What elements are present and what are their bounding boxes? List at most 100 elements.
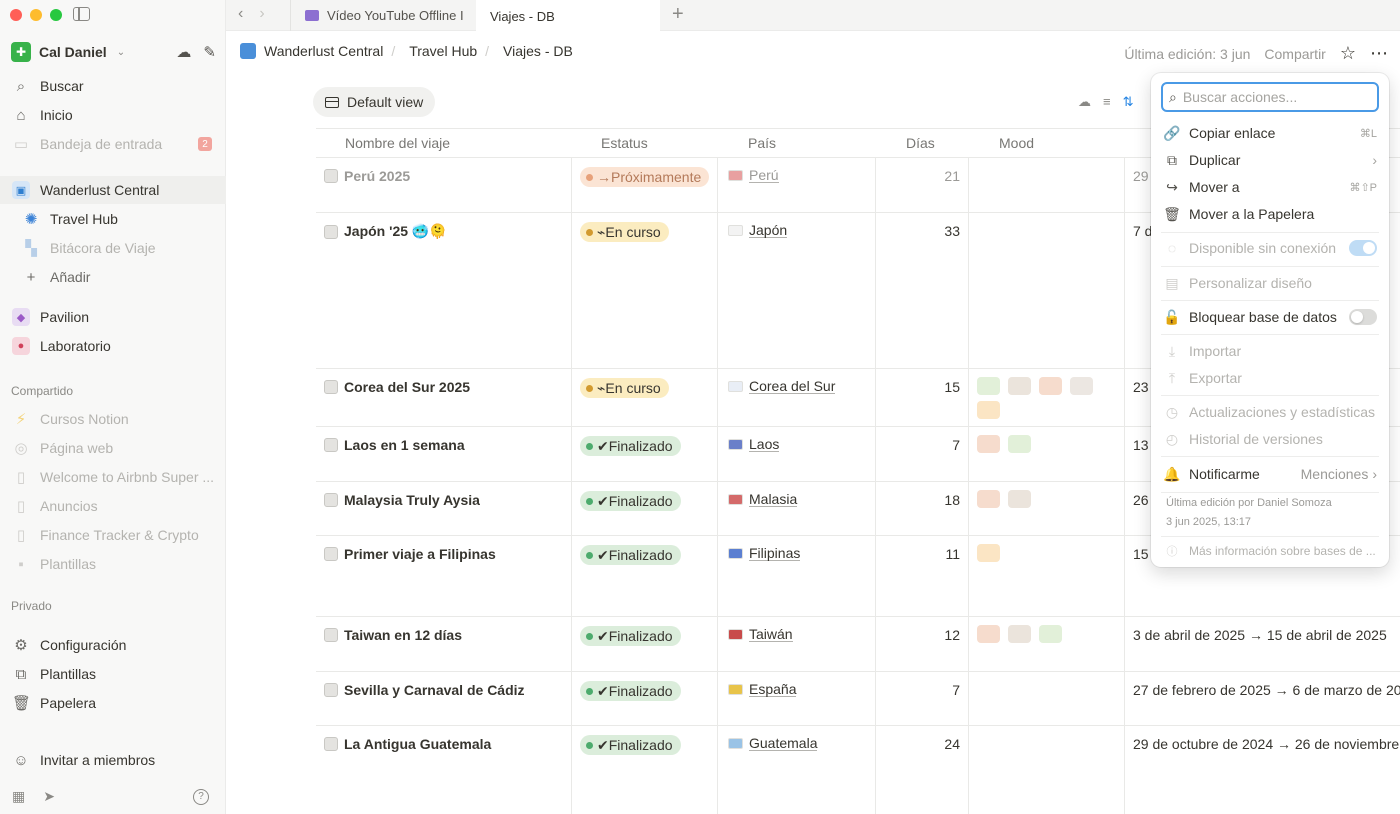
country-link[interactable]: España	[749, 682, 797, 697]
status-badge[interactable]: →Próximamente	[580, 167, 710, 187]
country-link[interactable]: Filipinas	[749, 546, 801, 561]
mood-tag[interactable]	[1039, 377, 1062, 395]
column-header-dias[interactable]: Días	[906, 135, 935, 151]
share-button[interactable]: Compartir	[1264, 46, 1325, 62]
column-header-mood[interactable]: Mood	[999, 135, 1034, 151]
mood-tag[interactable]	[1070, 377, 1093, 395]
status-badge[interactable]: ⌁En curso	[580, 378, 669, 398]
mood-tag[interactable]	[1008, 377, 1031, 395]
sidebar-item-bitacora[interactable]: ▚ Bitácora de Viaje	[0, 234, 226, 262]
country-link[interactable]: Taiwán	[749, 627, 793, 642]
more-options-icon[interactable]: ⋯	[1370, 43, 1388, 64]
trip-name[interactable]: Corea del Sur 2025	[344, 379, 470, 395]
trip-name[interactable]: Primer viaje a Filipinas	[344, 546, 496, 562]
column-header-nombre[interactable]: Nombre del viaje	[345, 135, 450, 151]
menu-updates-analytics[interactable]: ◷ Actualizaciones y estadísticas	[1151, 399, 1389, 425]
sidebar-item-pavilion[interactable]: ◆ Pavilion	[0, 303, 226, 331]
cloud-icon[interactable]: ☁	[1078, 94, 1091, 110]
table-row[interactable]: Taiwan en 12 días ✔Finalizado Taiwán 12 …	[316, 617, 1400, 672]
sidebar-item-cursos[interactable]: ⚡ Cursos Notion	[0, 405, 226, 433]
offline-toggle[interactable]	[1349, 240, 1377, 256]
table-row[interactable]: Sevilla y Carnaval de Cádiz ✔Finalizado …	[316, 672, 1400, 726]
calendar-icon[interactable]: ▦	[12, 788, 25, 805]
mood-tag[interactable]	[977, 490, 1000, 508]
country-link[interactable]: Malasia	[749, 492, 798, 507]
sidebar-item-buscar[interactable]: ⌕ Buscar	[0, 72, 226, 100]
sidebar-item-laboratorio[interactable]: ● Laboratorio	[0, 332, 226, 360]
country-link[interactable]: Corea del Sur	[749, 379, 836, 394]
trip-name[interactable]: Malaysia Truly Aysia	[344, 492, 480, 508]
mood-tag[interactable]	[977, 401, 1000, 419]
menu-learn-more[interactable]: ⓘ Más información sobre bases de ...	[1151, 538, 1389, 564]
menu-customize-layout[interactable]: ▤ Personalizar diseño	[1151, 270, 1389, 296]
country-link[interactable]: Guatemala	[749, 736, 818, 751]
mood-tag[interactable]	[1008, 490, 1031, 508]
sort-icon[interactable]: ⇅	[1123, 94, 1134, 110]
country-link[interactable]: Laos	[749, 437, 780, 452]
menu-move-to-trash[interactable]: 🗑 Mover a la Papelera	[1151, 201, 1389, 227]
menu-duplicate[interactable]: ⧉ Duplicar ›	[1151, 147, 1389, 173]
menu-notify-me[interactable]: 🔔 Notificarme Menciones ›	[1151, 461, 1389, 487]
minimize-window-button[interactable]	[30, 9, 42, 21]
trip-name[interactable]: La Antigua Guatemala	[344, 736, 491, 752]
new-tab-button[interactable]: +	[672, 3, 684, 26]
menu-export[interactable]: ⤒ Exportar	[1151, 365, 1389, 391]
table-row[interactable]: La Antigua Guatemala ✔Finalizado Guatema…	[316, 726, 1400, 814]
close-window-button[interactable]	[10, 9, 22, 21]
new-page-icon[interactable]: ✎	[203, 43, 216, 61]
forward-arrow-icon[interactable]: ›	[259, 5, 264, 23]
status-badge[interactable]: ✔Finalizado	[580, 626, 681, 646]
sidebar-item-pagina-web[interactable]: ◎ Página web	[0, 434, 226, 462]
mood-tag[interactable]	[1008, 435, 1031, 453]
invite-members-button[interactable]: ☺ Invitar a miembros	[0, 746, 226, 774]
mood-tag[interactable]	[977, 625, 1000, 643]
cloud-off-icon[interactable]: ☁	[176, 43, 191, 61]
menu-version-history[interactable]: ◴ Historial de versiones	[1151, 426, 1389, 452]
sidebar-item-papelera[interactable]: 🗑 Papelera	[0, 689, 226, 717]
mood-tag[interactable]	[1039, 625, 1062, 643]
column-header-pais[interactable]: País	[748, 135, 776, 151]
tab-viajes-db[interactable]: Viajes - DB	[476, 0, 660, 32]
sidebar-item-anuncios[interactable]: ▯ Anuncios	[0, 492, 226, 520]
sidebar-item-plantillas[interactable]: ⧉ Plantillas	[0, 660, 226, 688]
sidebar-item-configuracion[interactable]: ⚙ Configuración	[0, 631, 226, 659]
trip-name[interactable]: Taiwan en 12 días	[344, 627, 462, 643]
star-icon[interactable]: ☆	[1340, 43, 1356, 64]
column-header-estatus[interactable]: Estatus	[601, 135, 648, 151]
breadcrumb-item[interactable]: Travel Hub	[409, 43, 477, 59]
menu-move-to[interactable]: ↪ Mover a ⌘⇧P	[1151, 174, 1389, 200]
country-link[interactable]: Japón	[749, 223, 788, 238]
back-arrow-icon[interactable]: ‹	[238, 5, 243, 23]
status-badge[interactable]: ✔Finalizado	[580, 491, 681, 511]
default-view-tab[interactable]: Default view	[313, 87, 436, 117]
search-actions-input[interactable]: ⌕ Buscar acciones...	[1161, 82, 1379, 112]
lock-toggle[interactable]	[1349, 309, 1377, 325]
sidebar-toggle-icon[interactable]	[73, 7, 90, 21]
mood-tag[interactable]	[1008, 625, 1031, 643]
trip-name[interactable]: Perú 2025	[344, 168, 410, 184]
status-badge[interactable]: ✔Finalizado	[580, 735, 681, 755]
menu-lock-database[interactable]: 🔓 Bloquear base de datos	[1151, 304, 1389, 330]
breadcrumb-item[interactable]: Viajes - DB	[503, 43, 573, 59]
status-badge[interactable]: ⌁En curso	[580, 222, 669, 242]
status-badge[interactable]: ✔Finalizado	[580, 545, 681, 565]
trip-name[interactable]: Laos en 1 semana	[344, 437, 465, 453]
sidebar-item-plantillas-shared[interactable]: ▪ Plantillas	[0, 550, 226, 578]
trip-name[interactable]: Sevilla y Carnaval de Cádiz	[344, 682, 525, 698]
sidebar-add-page-button[interactable]: + Añadir	[0, 263, 226, 291]
status-badge[interactable]: ✔Finalizado	[580, 681, 681, 701]
mood-tag[interactable]	[977, 544, 1000, 562]
country-link[interactable]: Perú	[749, 168, 779, 183]
workspace-switcher[interactable]: ✚ Cal Daniel ⌄ ☁ ✎	[11, 41, 216, 63]
menu-copy-link[interactable]: 🔗 Copiar enlace ⌘L	[1151, 120, 1389, 146]
mood-tag[interactable]	[977, 377, 1000, 395]
filter-icon[interactable]: ≡	[1103, 94, 1111, 110]
breadcrumb-item[interactable]: Wanderlust Central	[264, 43, 383, 59]
trip-name[interactable]: Japón '25 🥶🫠	[344, 223, 447, 240]
sidebar-item-finance[interactable]: ▯ Finance Tracker & Crypto	[0, 521, 226, 549]
send-icon[interactable]: ➤	[43, 788, 55, 805]
status-badge[interactable]: ✔Finalizado	[580, 436, 681, 456]
menu-import[interactable]: ⤓ Importar	[1151, 338, 1389, 364]
maximize-window-button[interactable]	[50, 9, 62, 21]
sidebar-item-wanderlust[interactable]: ▣ Wanderlust Central	[0, 176, 226, 204]
